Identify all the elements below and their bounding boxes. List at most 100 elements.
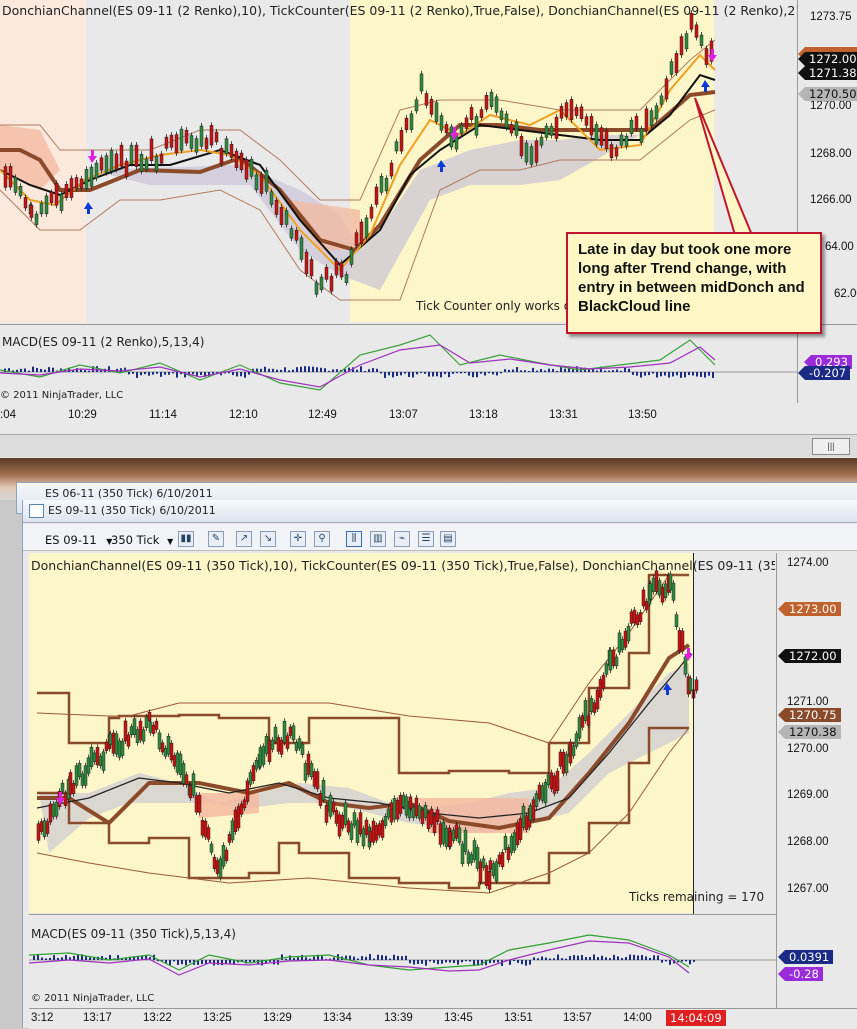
down-candle [169, 134, 174, 148]
macd-histogram-bar [508, 369, 510, 372]
top-horizontal-scrollbar[interactable]: ||| [0, 434, 857, 457]
price-tick: 1267.00 [787, 883, 829, 895]
down-candle [604, 130, 609, 149]
scroll-thumb[interactable]: ||| [812, 438, 850, 455]
up-candle [343, 802, 348, 825]
draw-tool-icon[interactable]: ✎ [208, 531, 224, 547]
down-candle [358, 812, 363, 835]
down-candle [531, 799, 536, 820]
sell-arrow-1 [88, 150, 97, 163]
macd-histogram-bar [373, 958, 375, 960]
macd-histogram-bar [633, 954, 635, 960]
macd-histogram-bar [613, 954, 615, 960]
macd-histogram-bar [249, 960, 251, 963]
up-candle [651, 577, 656, 592]
data-box-icon[interactable]: ⌁ [394, 531, 410, 547]
up-candle [489, 91, 494, 108]
up-candle [51, 803, 56, 817]
macd-histogram-bar [33, 955, 35, 960]
macd-histogram-bar [292, 369, 294, 372]
up-candle [604, 663, 609, 675]
down-candle [478, 861, 483, 883]
down-candle [68, 772, 73, 795]
macd-histogram-bar [85, 956, 87, 960]
up-candle [104, 155, 109, 173]
up-candle [521, 805, 526, 828]
draw-remove-icon[interactable]: ↘ [260, 531, 276, 547]
current-time-marker: 14:04:09 [666, 1010, 726, 1026]
bottom-macd-pane[interactable]: MACD(ES 09-11 (350 Tick),5,13,4) © 2011 … [29, 914, 776, 1009]
crosshair-icon[interactable]: ✛ [290, 531, 306, 547]
up-candle [619, 134, 624, 146]
macd-histogram-bar [544, 370, 546, 372]
macd-histogram-bar [700, 372, 702, 377]
macd-histogram-bar [260, 368, 262, 372]
macd-histogram-bar [428, 372, 430, 377]
up-candle [163, 748, 168, 757]
down-candle [484, 95, 489, 110]
macd-histogram-bar [581, 955, 583, 960]
up-candle [401, 794, 406, 807]
macd-histogram-bar [588, 369, 590, 372]
down-candle [414, 797, 419, 817]
macd-histogram-bar [336, 369, 338, 372]
macd-histogram-bar [304, 366, 306, 372]
down-candle [448, 831, 453, 847]
bottom-price-axis[interactable]: 1274.00 1271.00 1270.00 1269.00 1268.00 … [776, 553, 857, 1008]
up-candle [254, 174, 259, 190]
front-title-bar[interactable]: ES 09-11 (350 Tick) 6/10/2011 [23, 500, 857, 523]
up-candle [291, 725, 296, 741]
macd-histogram-bar [552, 368, 554, 372]
templates-icon[interactable]: ▤ [440, 531, 456, 547]
up-candle [503, 836, 508, 851]
macd-value-tag-bottom: 0.0391 [777, 950, 834, 964]
macd-histogram-bar [593, 954, 595, 960]
macd-histogram-bar [404, 372, 406, 374]
time-tick: 13:22 [143, 1012, 172, 1024]
up-candle [144, 158, 149, 170]
macd-histogram-bar [653, 955, 655, 960]
macd-histogram-bar [321, 956, 323, 960]
macd-histogram-bar [624, 367, 626, 372]
up-candle [261, 746, 266, 765]
down-candle [488, 860, 493, 870]
top-macd-pane[interactable]: MACD(ES 09-11 (2 Renko),5,13,4) © 2011 N… [0, 324, 797, 403]
down-candle [432, 815, 437, 834]
up-candle [414, 99, 419, 112]
indicators-icon[interactable]: ⫼ [346, 531, 362, 547]
macd-histogram-bar [285, 958, 287, 960]
down-candle [389, 162, 394, 177]
properties-icon[interactable]: ☰ [418, 531, 434, 547]
zoom-icon[interactable]: ⚲ [314, 531, 330, 547]
macd-histogram-bar [424, 372, 426, 374]
macd-histogram-bar [529, 960, 531, 965]
bottom-price-pane[interactable]: Ticks remaining = 170 [29, 553, 776, 913]
macd-histogram-bar [377, 954, 379, 960]
macd-histogram-bar [172, 372, 174, 374]
macd-histogram-bar [52, 367, 54, 372]
down-candle [519, 136, 524, 157]
macd-histogram-bar [664, 372, 666, 376]
down-candle [497, 854, 502, 865]
down-candle [172, 755, 177, 767]
top-time-axis[interactable]: :04 10:29 11:14 12:10 12:49 13:07 13:18 … [0, 402, 797, 430]
draw-object-icon[interactable]: ↗ [236, 531, 252, 547]
down-candle [184, 774, 189, 785]
price-tag-donchian-upper: 1273.00 [778, 602, 841, 616]
bottom-time-axis[interactable]: 3:12 13:17 13:22 13:25 13:29 13:34 13:39… [29, 1008, 857, 1029]
strategies-icon[interactable]: ▥ [370, 531, 386, 547]
bar-type-icon[interactable]: ▮▮ [178, 531, 194, 547]
down-candle [598, 679, 603, 698]
up-candle [404, 796, 409, 816]
up-candle [94, 162, 99, 179]
down-candle [244, 159, 249, 180]
instrument-selector[interactable]: ES 09-11 ▼ [45, 531, 112, 549]
up-candle [189, 135, 194, 149]
down-candle [329, 275, 334, 292]
up-candle [18, 186, 23, 197]
period-selector[interactable]: 350 Tick ▼ [111, 531, 173, 549]
macd-histogram-bar [553, 958, 555, 960]
price-tick: 64.00 [825, 241, 854, 253]
down-candle [234, 150, 239, 168]
up-candle [194, 138, 199, 153]
